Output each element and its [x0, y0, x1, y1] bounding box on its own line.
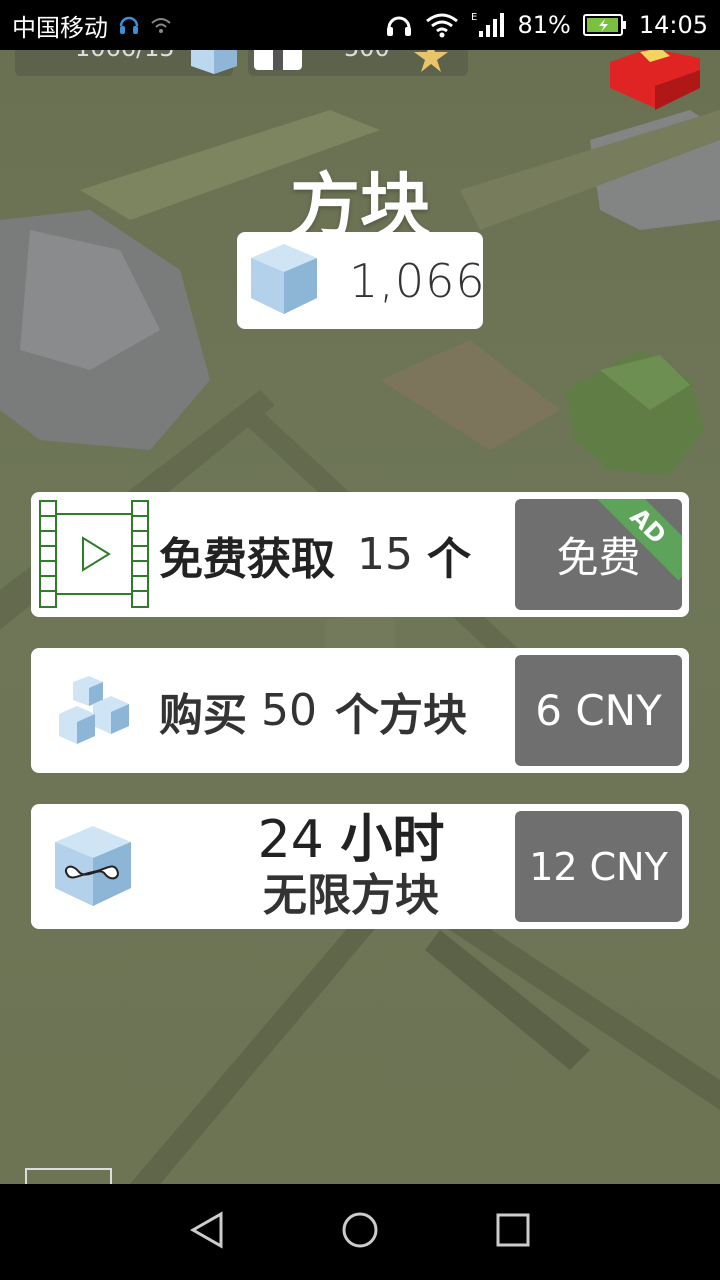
- carrier-name: 中国移动: [12, 13, 108, 42]
- wifi-icon: [425, 12, 459, 38]
- offer-buy-main: 购买: [159, 689, 247, 741]
- home-icon[interactable]: [340, 1210, 380, 1254]
- offer-free-num: 15: [357, 529, 413, 580]
- offer-free-label: 免费获取 15 个: [159, 492, 471, 617]
- cube-balance-value: 1,066: [349, 253, 486, 308]
- status-bar: 中国移动 E 81% 14:05: [0, 0, 720, 50]
- cube-balance: 1,066: [237, 232, 486, 329]
- unlimited-price-button[interactable]: 12 CNY: [515, 811, 682, 922]
- offer-free-main: 免费获取: [159, 533, 335, 585]
- offer-buy-suffix: 个方块: [335, 689, 467, 741]
- signal-icon: E: [471, 11, 505, 39]
- offer-unlimited-line2: 无限方块: [263, 870, 439, 921]
- offer-unlimited-label: 24 小时 无限方块: [181, 808, 521, 920]
- free-button-label: 免费: [556, 533, 641, 582]
- recents-icon[interactable]: [493, 1210, 533, 1254]
- buy-50-price: 6 CNY: [535, 686, 662, 735]
- gift-box-icon[interactable]: [600, 48, 710, 122]
- offer-unlimited-num: 24: [257, 810, 324, 870]
- wifi-question-icon: [150, 15, 172, 35]
- headphones-icon: [385, 12, 413, 38]
- battery-icon: [582, 14, 627, 36]
- clock: 14:05: [638, 11, 708, 39]
- offer-buy-50[interactable]: 购买 50 个方块 6 CNY: [31, 648, 689, 773]
- cube-icon: [251, 243, 317, 318]
- offer-buy-label: 购买 50 个方块: [159, 648, 467, 773]
- unlimited-price: 12 CNY: [529, 844, 668, 889]
- video-film-icon: [39, 500, 149, 612]
- back-icon[interactable]: [187, 1210, 227, 1254]
- free-button[interactable]: 免费 AD: [515, 499, 682, 610]
- offer-free-ad[interactable]: 免费获取 15 个 免费 AD: [31, 492, 689, 617]
- headset-icon: [118, 12, 140, 38]
- cubes-stack-icon: [59, 674, 133, 752]
- offer-free-suffix: 个: [427, 533, 471, 585]
- infinity-cube-icon: [55, 826, 131, 910]
- battery-percent: 81%: [517, 11, 571, 39]
- offer-unlimited-unit: 小时: [340, 810, 445, 870]
- offer-unlimited-24h[interactable]: 24 小时 无限方块 12 CNY: [31, 804, 689, 929]
- android-nav-bar: [0, 1184, 720, 1280]
- offer-buy-num: 50: [261, 685, 317, 736]
- svg-text:E: E: [471, 12, 477, 23]
- buy-50-price-button[interactable]: 6 CNY: [515, 655, 682, 766]
